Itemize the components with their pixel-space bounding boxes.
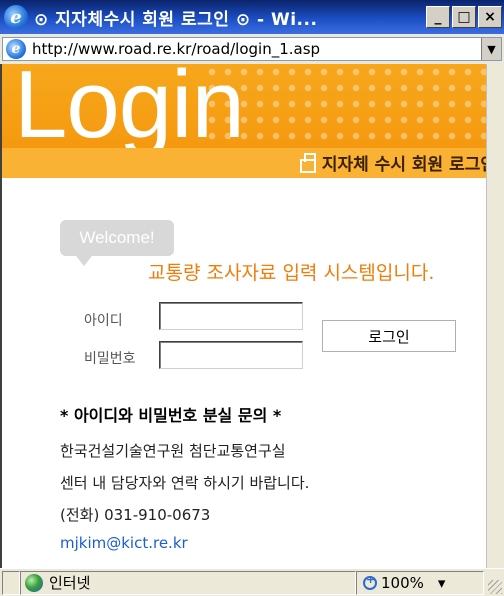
zoom-level: 100% — [381, 573, 424, 592]
info-title: * 아이디와 비밀번호 분실 문의 * — [60, 406, 282, 425]
vertical-scrollbar[interactable] — [486, 64, 504, 568]
status-cell-empty — [2, 570, 20, 595]
banner-subtitle-text: 지자체 수시 회원 로그인 — [321, 155, 496, 175]
page-content: Login 지자체 수시 회원 로그인 Welcome! 교통량 조사자료 입력… — [0, 64, 504, 568]
zoom-icon — [363, 573, 377, 590]
window-title-bar[interactable]: e ⊙ 지자체수시 회원 로그인 ⊙ - Wi... _ □ × — [0, 0, 504, 34]
id-label: 아이디 — [84, 313, 123, 329]
password-label: 비밀번호 — [84, 351, 136, 367]
internet-explorer-icon: e — [4, 5, 28, 29]
security-zone: 인터넷 — [20, 570, 356, 595]
lock-icon — [299, 152, 316, 173]
banner-subtitle: 지자체 수시 회원 로그인 — [299, 150, 496, 175]
info-line-2: 센터 내 담당자와 연락 하시기 바랍니다. — [60, 474, 310, 492]
zone-label: 인터넷 — [49, 574, 91, 592]
password-input[interactable] — [159, 341, 303, 369]
system-description: 교통량 조사자료 입력 시스템입니다. — [148, 262, 435, 284]
login-button[interactable]: 로그인 — [322, 320, 456, 352]
banner-dot-pattern — [204, 64, 504, 149]
status-bar: 인터넷 100% ▾ — [0, 568, 504, 596]
info-line-3: (전화) 031-910-0673 — [60, 506, 211, 524]
page-icon: e — [6, 39, 26, 59]
address-field[interactable]: e http://www.road.re.kr/road/login_1.asp… — [2, 37, 502, 61]
info-line-1: 한국건설기술연구원 첨단교통연구실 — [60, 442, 286, 460]
address-bar: e http://www.road.re.kr/road/login_1.asp… — [0, 34, 504, 64]
login-title: Login — [14, 64, 245, 158]
id-input[interactable] — [159, 302, 303, 330]
maximize-button[interactable]: □ — [452, 6, 476, 28]
login-banner: Login 지자체 수시 회원 로그인 — [2, 64, 504, 178]
window-controls: _ □ × — [426, 6, 502, 28]
contact-email-link[interactable]: mjkim@kict.re.kr — [60, 534, 188, 552]
close-button[interactable]: × — [478, 6, 502, 28]
zoom-control[interactable]: 100% ▾ — [356, 570, 484, 595]
welcome-bubble: Welcome! — [60, 220, 174, 266]
address-url[interactable]: http://www.road.re.kr/road/login_1.asp — [32, 40, 481, 58]
address-dropdown-button[interactable]: ▼ — [481, 38, 501, 60]
zoom-dropdown-icon[interactable]: ▾ — [438, 574, 446, 592]
window-title: ⊙ 지자체수시 회원 로그인 ⊙ - Wi... — [34, 9, 318, 30]
internet-globe-icon — [25, 573, 43, 592]
resize-grip-icon[interactable] — [488, 580, 502, 594]
minimize-button[interactable]: _ — [426, 6, 450, 28]
